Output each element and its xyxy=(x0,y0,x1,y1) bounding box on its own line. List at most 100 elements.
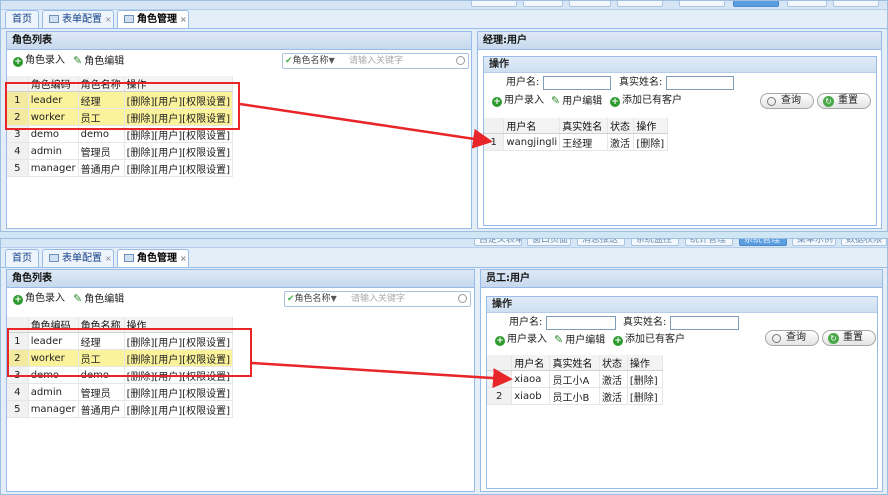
search-input[interactable]: 请输入关键字 xyxy=(351,293,405,305)
header-cell[interactable]: 真实姓名 xyxy=(559,118,608,134)
reset-button[interactable]: ↻ 重置 xyxy=(817,93,871,109)
tab-divider xyxy=(1,267,887,268)
role-toolbar: + 角色录入 ✎ 角色编辑 ✔角色名称▼ 请输入关键字 xyxy=(7,291,474,311)
table-row[interactable]: 4 admin 管理员 [删除][用户][权限设置] xyxy=(7,142,234,160)
edit-role-button[interactable]: ✎ 角色编辑 xyxy=(73,53,124,69)
row-actions[interactable]: [删除][用户][权限设置] xyxy=(124,400,234,418)
top-menu-button[interactable] xyxy=(833,1,879,7)
operations-fieldset: 操作 用户名: 真实姓名: + 用户录入 ✎ 用户编辑 + 添加已有客户 查询 ↻ 重置… xyxy=(483,56,877,226)
table-row[interactable]: 1 xiaoa 员工小A 激活 [删除] xyxy=(487,370,664,388)
realname-input[interactable] xyxy=(666,76,734,90)
search-field-selector[interactable]: ✔角色名称▼ xyxy=(287,293,337,305)
row-number: 5 xyxy=(7,400,29,418)
header-cell[interactable]: 用户名 xyxy=(503,118,561,134)
button-label: 用户录入 xyxy=(504,95,544,106)
top-menu-button[interactable]: 窗口页面 xyxy=(527,239,571,246)
header-cell[interactable]: 状态 xyxy=(607,118,635,134)
tab-label: 表单配置 xyxy=(62,253,102,264)
add-role-button[interactable]: + 角色录入 xyxy=(13,291,65,307)
close-icon[interactable]: × xyxy=(180,254,187,263)
tab-label: 角色管理 xyxy=(137,253,177,264)
header-cell[interactable]: 真实姓名 xyxy=(549,355,600,371)
annotation-box-leader-rows xyxy=(5,82,240,130)
panel-title: 经理:用户 xyxy=(478,32,881,50)
top-menu-button[interactable] xyxy=(733,1,779,7)
role-name: 管理员 xyxy=(78,142,125,160)
realname-input[interactable] xyxy=(670,316,739,330)
top-menu-button[interactable]: 消息推送 xyxy=(577,239,625,246)
add-existing-customer-button[interactable]: + 添加已有客户 xyxy=(613,332,685,348)
tab-form-config[interactable]: 表单配置 × xyxy=(42,10,114,28)
row-actions[interactable]: [删除][用户][权限设置] xyxy=(124,159,234,177)
role-toolbar: + 角色录入 ✎ 角色编辑 ✔角色名称▼ 请输入关键字 xyxy=(7,53,471,73)
button-label: 角色录入 xyxy=(25,55,65,66)
button-label: 角色编辑 xyxy=(84,56,125,67)
role-search-box[interactable]: ✔角色名称▼ 请输入关键字 xyxy=(282,53,469,69)
search-icon[interactable] xyxy=(456,56,465,65)
top-menu-button[interactable] xyxy=(617,1,663,7)
search-field-selector[interactable]: ✔角色名称▼ xyxy=(285,55,335,67)
top-menu-button[interactable] xyxy=(787,1,827,7)
add-user-button[interactable]: + 用户录入 xyxy=(492,93,544,109)
table-row[interactable]: 5 manager 普通用户 [删除][用户][权限设置] xyxy=(7,400,234,418)
tab-role-management[interactable]: 角色管理 × xyxy=(117,249,189,268)
chevron-down-icon: ▼ xyxy=(328,56,335,65)
search-icon[interactable] xyxy=(458,294,467,303)
header-cell xyxy=(487,355,513,371)
close-icon[interactable]: × xyxy=(180,15,187,24)
reset-button[interactable]: ↻ 重置 xyxy=(822,330,876,346)
top-menu-button[interactable]: 统计管理 xyxy=(685,239,733,246)
close-icon[interactable]: × xyxy=(105,254,112,263)
delete-link[interactable]: [删除] xyxy=(627,370,664,388)
header-cell[interactable]: 用户名 xyxy=(511,355,551,371)
row-actions[interactable]: [删除][用户][权限设置] xyxy=(124,383,234,401)
table-row[interactable]: 4 admin 管理员 [删除][用户][权限设置] xyxy=(7,383,234,401)
role-name: 管理员 xyxy=(78,383,125,401)
query-button[interactable]: 查询 xyxy=(765,330,819,346)
close-icon[interactable]: × xyxy=(105,15,112,24)
delete-link[interactable]: [删除] xyxy=(627,387,664,405)
edit-user-button[interactable]: ✎ 用户编辑 xyxy=(554,332,605,348)
tab-home[interactable]: 首页 xyxy=(5,249,39,267)
query-button[interactable]: 查询 xyxy=(760,93,814,109)
header-cell[interactable]: 状态 xyxy=(599,355,628,371)
header-cell[interactable]: 操作 xyxy=(633,118,668,134)
top-menu-button[interactable]: 数据权限 xyxy=(841,239,887,246)
tab-role-management[interactable]: 角色管理 × xyxy=(117,10,189,29)
top-menu-button[interactable]: 系统监控 xyxy=(631,239,679,246)
tab-home[interactable]: 首页 xyxy=(5,10,39,28)
top-menu-button[interactable] xyxy=(679,1,725,7)
edit-role-button[interactable]: ✎ 角色编辑 xyxy=(73,291,124,307)
role-list-panel: 角色列表 + 角色录入 ✎ 角色编辑 ✔角色名称▼ 请输入关键字 角色编码 角色名称… xyxy=(6,269,475,492)
top-menu-button[interactable] xyxy=(569,1,611,7)
role-search-box[interactable]: ✔角色名称▼ 请输入关键字 xyxy=(284,291,471,307)
top-menu-button[interactable] xyxy=(471,1,517,7)
user-list-panel: 员工:用户 操作 用户名: 真实姓名: + 用户录入 ✎ 用户编辑 + 添加已有客户 … xyxy=(480,269,883,492)
username-input[interactable] xyxy=(543,76,611,90)
table-row[interactable]: 2 xiaob 员工小B 激活 [删除] xyxy=(487,387,664,405)
top-menu-button[interactable]: 系统管理 xyxy=(739,239,787,246)
operations-fieldset: 操作 用户名: 真实姓名: + 用户录入 ✎ 用户编辑 + 添加已有客户 查询 ↻ 重置… xyxy=(486,296,878,489)
add-existing-customer-button[interactable]: + 添加已有客户 xyxy=(610,93,682,109)
button-label: 添加已有客户 xyxy=(625,334,685,345)
add-role-button[interactable]: + 角色录入 xyxy=(13,53,65,69)
table-row[interactable]: 5 manager 普通用户 [删除][用户][权限设置] xyxy=(7,159,234,177)
user-grid: 用户名 真实姓名 状态 操作 1 wangjingli 王经理 激活 [删除] xyxy=(484,118,668,151)
top-menu-button[interactable]: 菜单示例 xyxy=(792,239,836,246)
header-cell[interactable]: 操作 xyxy=(627,355,664,371)
search-input[interactable]: 请输入关键字 xyxy=(349,55,403,67)
row-number: 5 xyxy=(7,159,29,177)
top-menu-button[interactable] xyxy=(523,1,563,7)
row-number: 1 xyxy=(484,133,505,151)
tab-form-config[interactable]: 表单配置 × xyxy=(42,249,114,267)
username-input[interactable] xyxy=(546,316,616,330)
row-number: 4 xyxy=(7,383,29,401)
table-row[interactable]: 1 wangjingli 王经理 激活 [删除] xyxy=(484,133,668,151)
delete-link[interactable]: [删除] xyxy=(633,133,668,151)
username-cell: xiaoa xyxy=(511,370,551,388)
edit-user-button[interactable]: ✎ 用户编辑 xyxy=(551,93,602,109)
row-number: 1 xyxy=(487,370,513,388)
add-user-button[interactable]: + 用户录入 xyxy=(495,332,547,348)
row-actions[interactable]: [删除][用户][权限设置] xyxy=(124,142,234,160)
top-menu-button[interactable]: 自定义表单 xyxy=(474,239,522,246)
